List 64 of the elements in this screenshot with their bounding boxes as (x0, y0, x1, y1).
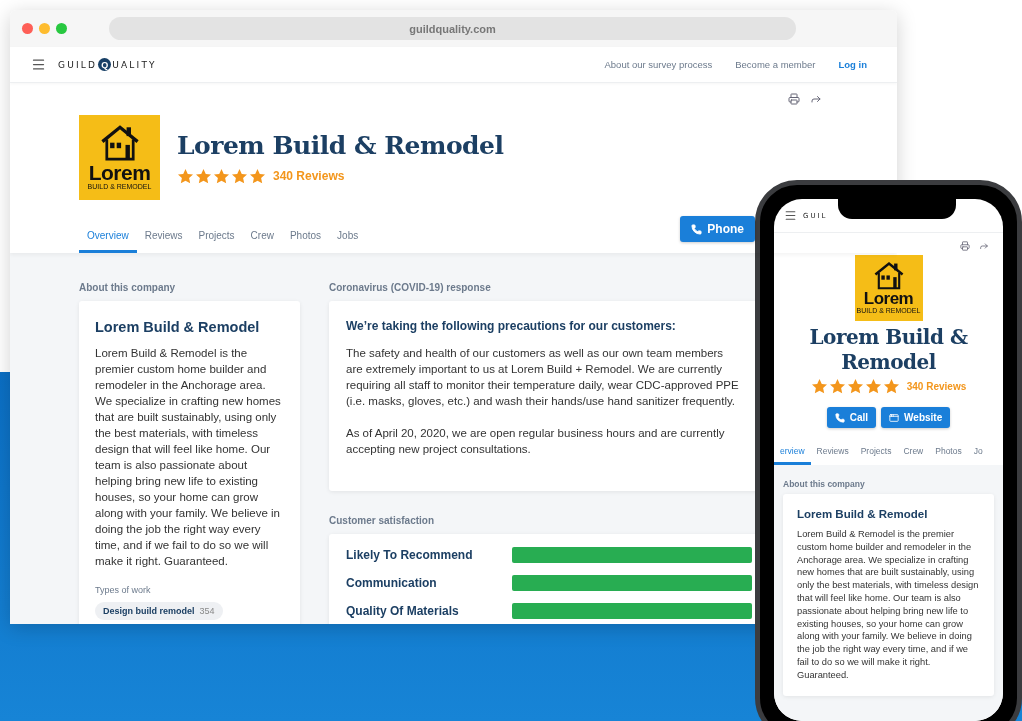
share-icon[interactable] (810, 93, 822, 105)
about-text: Lorem Build & Remodel is the premier custom home builder and remodeler in the Anchorage area. We specialize in crafting new homes that are built sustainably, using only the best materials, with timeless design that will feel like home. Our team is also passionate about helping bring new life to existing houses, so your home can grow along with your family. We believe in doing the job the right way every time, and if we fail to do so we will make it right. Guaranteed. (797, 528, 980, 682)
types-label: Types of work (95, 585, 152, 595)
nav-link[interactable]: Become a member (735, 59, 816, 70)
metric-label: Likely To Recommend (346, 548, 474, 562)
card-title: Lorem Build & Remodel (797, 508, 929, 520)
address-bar[interactable]: guildquality.com (109, 17, 796, 40)
logo-word: Lorem (88, 161, 151, 183)
call-button[interactable]: Phone (680, 216, 755, 242)
section-heading: Customer satisfaction (329, 515, 436, 526)
company-name: Lorem Build & Remodel (177, 130, 504, 162)
covid-text: The safety and health of our customers as well as our own team members are extremely important to us at Lorem Build + Remodel. We are currently requiring all staff to monitor their temperature daily, wear CDC-approved PPE (i.e. masks, gloves, etc.) and wash their hands/use hand sanitizer frequently. (346, 346, 739, 409)
share-icon[interactable] (979, 241, 989, 251)
tab[interactable]: Reviews (810, 446, 855, 465)
tab[interactable]: Crew (897, 446, 930, 465)
star-icon (177, 167, 194, 185)
website-button[interactable]: Website (881, 407, 951, 428)
tab[interactable]: Jobs (329, 218, 367, 253)
star-icon (864, 378, 882, 395)
star-icon (828, 378, 846, 395)
star-icon (810, 378, 828, 395)
metric-label: Quality Of Materials (346, 604, 460, 618)
metric-label: Communication (346, 576, 438, 590)
star-icon (882, 378, 900, 395)
close-dot[interactable] (22, 23, 33, 34)
star-icon (213, 167, 230, 185)
call-button[interactable]: Call (826, 407, 877, 428)
tag-label: Design build remodel (103, 606, 195, 616)
print-icon[interactable] (788, 93, 800, 105)
menu-icon[interactable] (31, 57, 46, 72)
print-icon[interactable] (960, 241, 970, 251)
covid-text: As of April 20, 2020, we are open regular business hours and are currently accepting new project consultations. (346, 426, 726, 457)
tab[interactable]: Jo (967, 446, 989, 465)
nav-link[interactable]: About our survey process (604, 59, 713, 70)
star-icon (231, 167, 248, 185)
tab[interactable]: Reviews (136, 218, 191, 253)
logo-text: UALITY (112, 59, 157, 70)
star-icon (195, 167, 212, 185)
maximize-dot[interactable] (56, 23, 67, 34)
tab[interactable]: Projects (190, 218, 243, 253)
tab[interactable]: Projects (854, 446, 898, 465)
logo-mark: Q (98, 58, 112, 71)
about-text: Lorem Build & Remodel is the premier custom home builder and remodeler in the Anchorage area. We specialize in crafting new homes that are built sustainably, using only the best materials, with timeless design that will feel like home. Our team is also passionate about helping bring new life to existing houses, so your home can grow along with your family. We believe in doing the job the right way every time, and if we fail to do so we will make it right. Guaranteed. (95, 346, 282, 569)
card-title: Lorem Build & Remodel (95, 319, 261, 335)
star-icon (249, 167, 266, 185)
nav-link[interactable]: Log in (838, 59, 867, 70)
company-name: Lorem Build & Remodel (808, 325, 969, 375)
star-icon (846, 378, 864, 395)
card-title: We’re taking the following precautions for our customers: (346, 319, 677, 333)
logo-text: GUILD (58, 59, 98, 70)
logo-word: Lorem (863, 289, 914, 307)
minimize-dot[interactable] (39, 23, 50, 34)
section-heading: Coronavirus (COVID-19) response (329, 282, 492, 293)
browser-window-icon (889, 412, 900, 423)
section-heading: About this company (783, 479, 866, 489)
tag-count: 354 (199, 606, 215, 616)
tab[interactable]: Crew (242, 218, 282, 253)
menu-icon[interactable] (784, 209, 797, 222)
phone-icon (691, 223, 703, 235)
section-heading: About this company (79, 282, 177, 293)
tab[interactable]: Photos (281, 218, 330, 253)
tab[interactable]: Photos (929, 446, 968, 465)
work-type-tag[interactable]: Design build remodel 354 (95, 602, 223, 620)
phone-icon (834, 412, 845, 423)
